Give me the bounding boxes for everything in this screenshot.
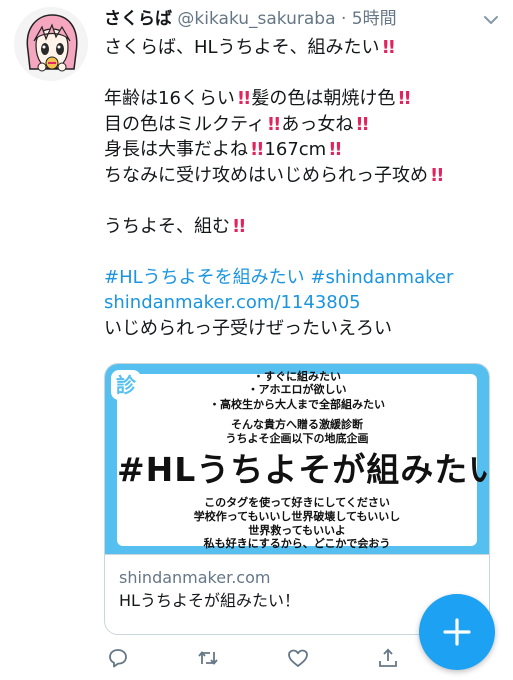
retweet-icon[interactable] [196,646,220,670]
card-image-text: うちよそ企画以下の地底企画 [225,432,369,445]
card-image-text: そんな貴方へ贈る激緩診断 [231,418,363,431]
card-image-text: ・すぐに組みたい [253,370,341,383]
tweet-text-segment: うちよそ、組む [104,215,230,237]
tweet-header: さくらば @kikaku_sakuraba · 5時間 [104,8,397,30]
card-domain: shindanmaker.com [119,568,271,587]
tweet-line: うちよそ、組む!! [104,214,504,240]
tweet-line: #HLうちよそを組みたい #shindanmaker [104,265,504,291]
card-image: ・すぐに組みたい ・アホエロが欲しい ・高校生から大人まで全部組みたい そんな貴… [105,364,489,554]
compose-button[interactable] [419,594,495,670]
tweet-text-segment: ちなみに受け攻めはいじめられっ子攻め [104,164,428,186]
timestamp[interactable]: 5時間 [352,9,397,29]
display-name[interactable]: さくらば [104,9,172,29]
tweet-line: いじめられっ子受けぜったいえろい [104,316,504,342]
card-image-panel: ・すぐに組みたい ・アホエロが欲しい ・高校生から大人まで全部組みたい そんな貴… [117,370,490,550]
compose-plus-icon [443,618,471,646]
double-exclamation-icon: !! [250,139,264,160]
tweet-text-segment: さくらば、HLうちよそ、組みたい [104,37,380,58]
user-handle[interactable]: @kikaku_sakuraba [177,9,335,29]
double-exclamation-icon: !! [397,88,411,109]
url-link[interactable]: shindanmaker.com/1143805 [104,292,361,313]
avatar-illustration [14,7,88,81]
tweet-line: ちなみに受け攻めはいじめられっ子攻め!! [104,163,504,189]
double-exclamation-icon: !! [430,164,444,186]
tweet-line: shindanmaker.com/1143805 [104,290,504,316]
double-exclamation-icon: !! [266,113,281,135]
card-image-text: 学校作ってもいいし世界破壊してもいいし [193,510,401,523]
tweet-body: さくらば、HLうちよそ、組みたい!! 年齢は16くらい!! 髪の色は朝焼け色!! … [104,35,504,341]
double-exclamation-icon: !! [236,88,251,109]
chevron-down-icon[interactable] [481,10,501,30]
tweet-text-segment: 身長は大事だよね [104,139,248,160]
tweet-text-segment: 目の色はミルクティ [104,113,265,135]
share-icon[interactable] [376,646,400,670]
card-image-text: ・アホエロが欲しい [247,383,347,396]
reply-icon[interactable] [106,646,130,670]
card-image-text: ・高校生から大人まで全部組みたい [209,398,385,411]
double-exclamation-icon: !! [232,215,246,237]
separator-dot: · [340,9,347,29]
card-image-headline: #HLうちよそが組みたい [117,450,490,489]
heart-icon[interactable] [286,646,310,670]
tweet-actions [104,646,404,674]
tweet-line: 身長は大事だよね!! 167cm!! [104,137,504,163]
tweet-line: 目の色はミルクティ!! あっ女ね!! [104,112,504,138]
tweet-line: さくらば、HLうちよそ、組みたい!! [104,35,504,61]
tweet-text-segment: 167cm [264,139,327,160]
card-image-text: 世界救ってもいいよ [248,524,346,537]
double-exclamation-icon: !! [328,139,342,160]
hashtag-link[interactable]: #shindanmaker [310,267,453,288]
tweet-text-segment: 年齢は16くらい [104,88,235,109]
tweet-line: 年齢は16くらい!! 髪の色は朝焼け色!! [104,86,504,112]
card-image-text: 私も好きにするから、どこかで会おう [203,537,391,550]
card-image-text: このタグを使って好きにしてください [204,496,390,509]
hashtag-link[interactable]: #HLうちよそを組みたい [104,267,305,288]
double-exclamation-icon: !! [355,113,369,135]
tweet-text-segment: あっ女ね [281,113,354,135]
avatar[interactable] [14,7,88,81]
shindan-badge-icon: 診 [111,370,141,400]
double-exclamation-icon: !! [381,37,396,58]
tweet-text-segment: いじめられっ子受けぜったいえろい [104,317,392,339]
tweet-text-segment: 髪の色は朝焼け色 [251,88,396,109]
